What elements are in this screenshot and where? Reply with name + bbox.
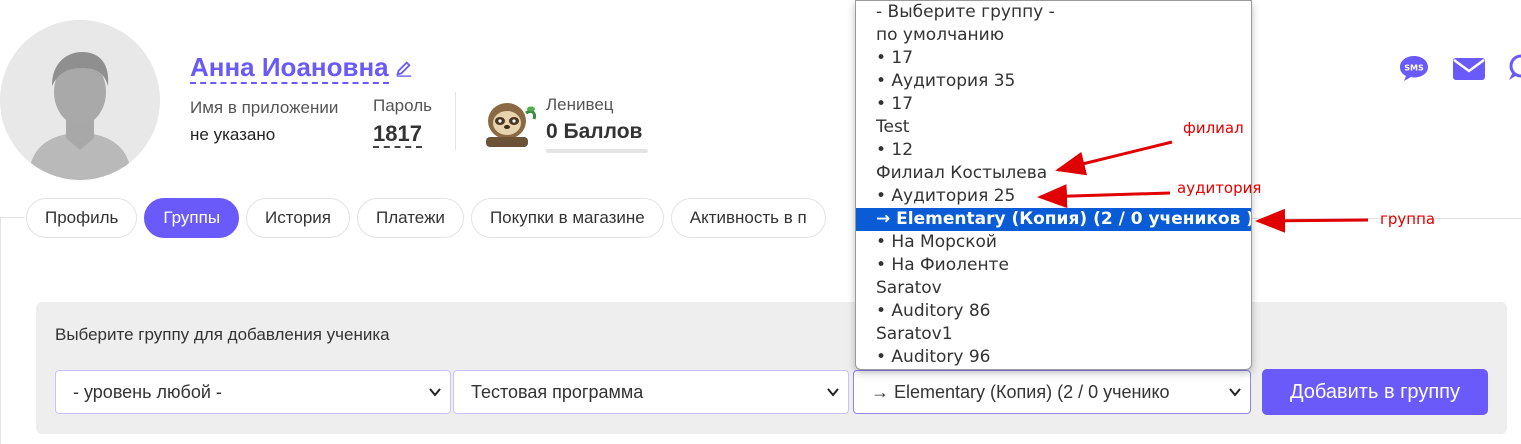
branch-arrow bbox=[1055, 140, 1173, 176]
group-annotation: группа bbox=[1380, 210, 1436, 228]
group-arrow bbox=[1255, 208, 1369, 233]
auditorium-arrow bbox=[1037, 184, 1171, 209]
annotation-arrows bbox=[1037, 140, 1369, 233]
branch-annotation: филиал bbox=[1183, 119, 1244, 137]
auditorium-annotation: аудитория bbox=[1177, 179, 1262, 197]
